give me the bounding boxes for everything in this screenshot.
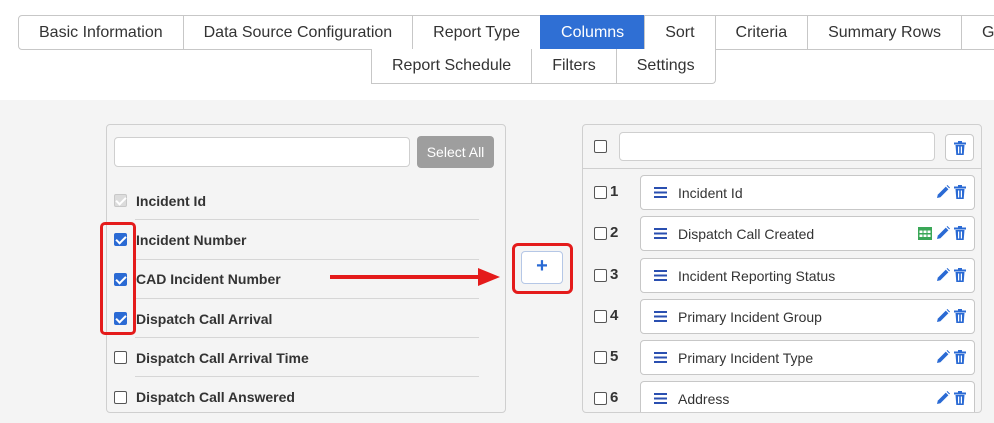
delete-all-button[interactable] — [945, 134, 974, 161]
column-card[interactable]: Incident Reporting Status — [640, 257, 975, 293]
tab-g-truncated[interactable]: G — [961, 15, 994, 50]
arrow-right-icon — [330, 268, 500, 286]
field-checkbox[interactable] — [114, 390, 127, 404]
table-row: 2 Dispatch Call Created — [583, 215, 981, 256]
list-item: Dispatch Call Arrival — [107, 299, 505, 339]
list-item: Incident Number — [107, 220, 505, 260]
selected-columns-panel: 1 Incident Id 2 Dispatch Call Created 3 … — [582, 124, 982, 413]
field-label: Dispatch Call Answered — [136, 389, 295, 406]
selected-columns-header — [583, 125, 981, 169]
drag-handle-icon[interactable] — [654, 269, 667, 281]
table-row: 4 Primary Incident Group — [583, 298, 981, 339]
drag-handle-icon[interactable] — [654, 352, 667, 364]
tab-settings[interactable]: Settings — [615, 49, 716, 84]
trash-icon — [953, 140, 966, 155]
trash-icon[interactable] — [954, 267, 966, 282]
pencil-icon[interactable] — [936, 185, 950, 199]
trash-icon[interactable] — [954, 185, 966, 199]
table-row: 3 Incident Reporting Status — [583, 257, 981, 298]
selected-columns-list: 1 Incident Id 2 Dispatch Call Created 3 … — [583, 174, 981, 412]
tab-row-primary: Basic Information Data Source Configurat… — [18, 15, 994, 50]
field-checkbox[interactable] — [114, 351, 127, 365]
trash-icon[interactable] — [954, 226, 966, 241]
drag-handle-icon[interactable] — [654, 228, 667, 240]
row-number: 5 — [610, 348, 619, 366]
row-checkbox[interactable] — [594, 351, 607, 365]
field-label: CAD Incident Number — [136, 271, 281, 288]
row-checkbox[interactable] — [594, 186, 607, 199]
highlight-box-checkboxes — [100, 222, 136, 335]
available-fields-list: Incident Id Incident Number CAD Incident… — [107, 181, 505, 412]
select-all-checkbox[interactable] — [594, 140, 607, 153]
column-label: Incident Reporting Status — [678, 267, 836, 284]
column-card[interactable]: Primary Incident Type — [640, 340, 975, 376]
tab-row-secondary: Report Schedule Filters Settings — [371, 49, 716, 84]
column-label: Dispatch Call Created — [678, 226, 815, 243]
table-format-icon[interactable] — [918, 226, 932, 240]
row-number: 2 — [610, 224, 619, 242]
field-label: Incident Id — [136, 192, 206, 209]
tab-area: Basic Information Data Source Configurat… — [0, 0, 994, 100]
row-number: 4 — [610, 306, 619, 324]
column-label: Address — [678, 391, 730, 408]
tab-report-schedule[interactable]: Report Schedule — [371, 49, 533, 84]
column-card[interactable]: Address — [640, 381, 975, 412]
columns-content: Select All Incident Id Incident Number C… — [0, 100, 994, 423]
table-row: 5 Primary Incident Type — [583, 339, 981, 380]
list-item: Incident Id — [107, 181, 505, 221]
pencil-icon[interactable] — [936, 267, 950, 282]
row-checkbox[interactable] — [594, 227, 607, 241]
column-label: Primary Incident Group — [678, 308, 822, 325]
pencil-icon[interactable] — [936, 308, 950, 323]
field-label: Dispatch Call Arrival — [136, 310, 273, 327]
tab-filters[interactable]: Filters — [531, 49, 617, 84]
field-label: Dispatch Call Arrival Time — [136, 349, 309, 366]
selected-columns-search-input[interactable] — [619, 132, 935, 161]
field-checkbox — [114, 194, 127, 208]
tab-sort[interactable]: Sort — [644, 15, 716, 50]
field-label: Incident Number — [136, 231, 247, 248]
drag-handle-icon[interactable] — [654, 187, 667, 198]
column-card[interactable]: Incident Id — [640, 175, 975, 210]
column-card[interactable]: Dispatch Call Created — [640, 216, 975, 252]
row-checkbox[interactable] — [594, 268, 607, 282]
drag-handle-icon[interactable] — [654, 310, 667, 322]
add-columns-button[interactable]: + — [521, 251, 563, 284]
table-row: 1 Incident Id — [583, 174, 981, 215]
pencil-icon[interactable] — [936, 226, 950, 240]
pencil-icon[interactable] — [936, 350, 950, 364]
tab-summary-rows[interactable]: Summary Rows — [807, 15, 962, 50]
select-all-button[interactable]: Select All — [417, 136, 494, 168]
column-card[interactable]: Primary Incident Group — [640, 298, 975, 334]
row-number: 3 — [610, 265, 619, 283]
tab-criteria[interactable]: Criteria — [714, 15, 809, 50]
list-item: Dispatch Call Answered — [107, 377, 505, 412]
column-label: Incident Id — [678, 185, 743, 201]
drag-handle-icon[interactable] — [654, 393, 667, 405]
trash-icon[interactable] — [954, 308, 966, 323]
tab-data-source-configuration[interactable]: Data Source Configuration — [182, 15, 414, 50]
row-number: 1 — [610, 183, 619, 200]
column-label: Primary Incident Type — [678, 350, 814, 367]
pencil-icon[interactable] — [936, 391, 950, 405]
table-row: 6 Address — [583, 380, 981, 412]
available-fields-search-input[interactable] — [114, 137, 410, 167]
row-checkbox[interactable] — [594, 392, 607, 406]
row-checkbox[interactable] — [594, 309, 607, 323]
trash-icon[interactable] — [954, 350, 966, 365]
tab-report-type[interactable]: Report Type — [412, 15, 542, 50]
tab-columns[interactable]: Columns — [540, 15, 646, 50]
tab-basic-information[interactable]: Basic Information — [18, 15, 184, 50]
row-number: 6 — [610, 389, 619, 407]
trash-icon[interactable] — [954, 391, 966, 406]
list-item: Dispatch Call Arrival Time — [107, 338, 505, 378]
